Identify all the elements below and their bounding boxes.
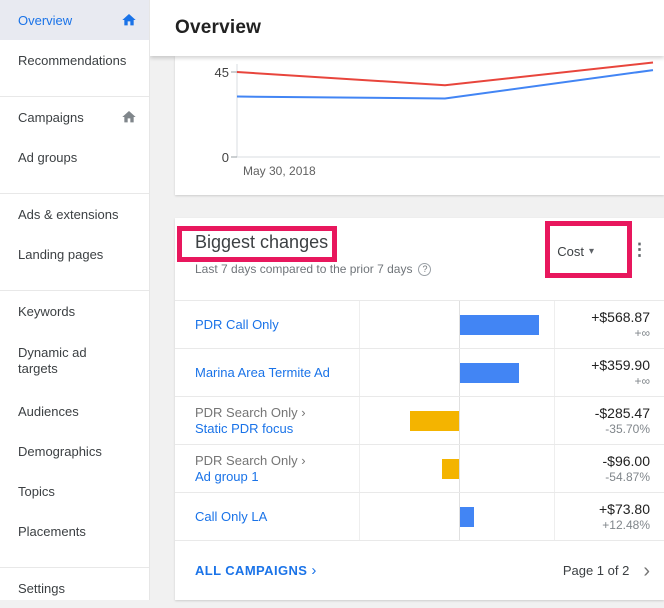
campaign-cell: PDR Search Only › Static PDR focus xyxy=(175,397,360,444)
campaign-link[interactable]: Call Only LA xyxy=(195,509,349,525)
page-title: Overview xyxy=(175,17,262,38)
campaign-cell: Marina Area Termite Ad xyxy=(175,349,360,396)
change-bar-cell xyxy=(360,301,555,348)
value-cell: -$96.00 -54.87% xyxy=(555,445,664,492)
home-icon xyxy=(121,109,137,125)
sidebar-item-keywords[interactable]: Keywords xyxy=(0,291,149,331)
change-bar xyxy=(460,315,539,335)
campaign-path-prefix: PDR Search Only › xyxy=(195,404,306,420)
page-header: Overview xyxy=(150,0,664,56)
main-content: Overview 45 0 May 30, 2018 Biggest chang… xyxy=(150,0,664,600)
cost-metric-dropdown[interactable]: Cost ▾ xyxy=(557,244,594,259)
campaign-cell: Call Only LA xyxy=(175,493,360,540)
change-row: PDR Search Only › Ad group 1 -$96.00 -54… xyxy=(175,444,664,492)
change-bar xyxy=(442,459,459,479)
ad-group-link[interactable]: Static PDR focus xyxy=(195,421,349,437)
change-delta: +∞ xyxy=(634,373,650,388)
metric-dropdown-label: Cost xyxy=(557,244,584,259)
overflow-menu-icon[interactable]: ⋮ xyxy=(631,240,648,260)
sidebar-item-label: Audiences xyxy=(18,403,79,419)
biggest-changes-table: PDR Call Only +$568.87 +∞ Marina Area Te… xyxy=(175,300,664,540)
campaign-cell: PDR Call Only xyxy=(175,301,360,348)
sidebar-item-label: Ad groups xyxy=(18,149,78,165)
sidebar-item-label: Dynamic ad targets xyxy=(18,345,87,376)
change-delta: +∞ xyxy=(634,325,650,340)
change-value: -$96.00 xyxy=(602,452,650,469)
pagination: Page 1 of 2 › xyxy=(563,561,650,581)
sidebar-item-label: Overview xyxy=(18,12,73,28)
sidebar-item-label: Recommendations xyxy=(18,52,127,68)
change-bar-cell xyxy=(360,397,555,444)
chevron-down-icon: ▾ xyxy=(588,246,594,257)
x-axis-tick-label: May 30, 2018 xyxy=(243,164,316,178)
sidebar-item-label: Demographics xyxy=(18,443,102,459)
change-row: Call Only LA +$73.80 +12.48% xyxy=(175,492,664,540)
sidebar-item-landing-pages[interactable]: Landing pages xyxy=(0,234,149,274)
change-row: Marina Area Termite Ad +$359.90 +∞ xyxy=(175,348,664,396)
sidebar-item-label: Topics xyxy=(18,483,55,499)
sidebar-item-label: Placements xyxy=(18,523,86,539)
sidebar-item-label: Keywords xyxy=(18,303,76,319)
biggest-changes-subtitle-row: Last 7 days compared to the prior 7 days… xyxy=(195,262,644,276)
ad-group-link[interactable]: Ad group 1 xyxy=(195,469,349,485)
campaign-cell: PDR Search Only › Ad group 1 xyxy=(175,445,360,492)
sidebar-item-recommendations[interactable]: Recommendations xyxy=(0,40,149,80)
change-bar-cell xyxy=(360,349,555,396)
change-delta: -35.70% xyxy=(605,421,650,436)
value-cell: +$73.80 +12.48% xyxy=(555,493,664,540)
value-cell: +$359.90 +∞ xyxy=(555,349,664,396)
campaign-link[interactable]: Marina Area Termite Ad xyxy=(195,365,349,381)
campaign-path-prefix: PDR Search Only › xyxy=(195,452,306,468)
chevron-right-icon: › xyxy=(311,562,317,579)
campaign-link[interactable]: PDR Call Only xyxy=(195,317,349,333)
sidebar-item-audiences[interactable]: Audiences xyxy=(0,391,149,431)
help-icon[interactable]: ? xyxy=(418,262,432,276)
sidebar-item-ads-extensions[interactable]: Ads & extensions xyxy=(0,194,149,234)
change-value: +$359.90 xyxy=(591,356,650,373)
change-delta: +12.48% xyxy=(602,517,650,532)
change-bar-cell xyxy=(360,493,555,540)
biggest-changes-footer: ALL CAMPAIGNS › Page 1 of 2 › xyxy=(175,540,664,600)
change-value: -$285.47 xyxy=(594,404,650,421)
sidebar-nav: Overview Recommendations Campaigns Ad gr… xyxy=(0,0,150,600)
sidebar-item-label: Landing pages xyxy=(18,246,104,262)
sidebar-item-ad-groups[interactable]: Ad groups xyxy=(0,137,149,177)
biggest-changes-subtitle: Last 7 days compared to the prior 7 days xyxy=(195,262,413,276)
sidebar-item-campaigns[interactable]: Campaigns xyxy=(0,97,149,137)
sidebar-item-label: Settings xyxy=(18,580,65,596)
overview-trend-chart-card: 45 0 May 30, 2018 xyxy=(175,56,664,195)
home-icon xyxy=(121,12,137,28)
sidebar-item-placements[interactable]: Placements xyxy=(0,511,149,551)
sidebar-item-label: Ads & extensions xyxy=(18,206,119,222)
change-bar xyxy=(460,363,519,383)
sidebar-item-dynamic-ad-targets[interactable]: Dynamic ad targets xyxy=(0,331,149,391)
sidebar-item-settings[interactable]: Settings xyxy=(0,568,149,608)
all-campaigns-label: ALL CAMPAIGNS xyxy=(195,563,308,578)
change-bar-cell xyxy=(360,445,555,492)
biggest-changes-card: Biggest changes Last 7 days compared to … xyxy=(175,218,664,600)
change-bar xyxy=(410,411,459,431)
next-page-chevron-icon[interactable]: › xyxy=(643,561,650,581)
sidebar-item-overview[interactable]: Overview xyxy=(0,0,149,40)
value-cell: +$568.87 +∞ xyxy=(555,301,664,348)
change-value: +$73.80 xyxy=(599,500,650,517)
change-row: PDR Search Only › Static PDR focus -$285… xyxy=(175,396,664,444)
change-row: PDR Call Only +$568.87 +∞ xyxy=(175,300,664,348)
sidebar-item-demographics[interactable]: Demographics xyxy=(0,431,149,471)
change-value: +$568.87 xyxy=(591,308,650,325)
value-cell: -$285.47 -35.70% xyxy=(555,397,664,444)
biggest-changes-header: Biggest changes Last 7 days compared to … xyxy=(175,218,664,300)
change-delta: -54.87% xyxy=(605,469,650,484)
sidebar-item-topics[interactable]: Topics xyxy=(0,471,149,511)
change-bar xyxy=(460,507,474,527)
all-campaigns-link[interactable]: ALL CAMPAIGNS › xyxy=(195,562,317,579)
pagination-label: Page 1 of 2 xyxy=(562,563,630,578)
sidebar-item-label: Campaigns xyxy=(18,109,84,125)
